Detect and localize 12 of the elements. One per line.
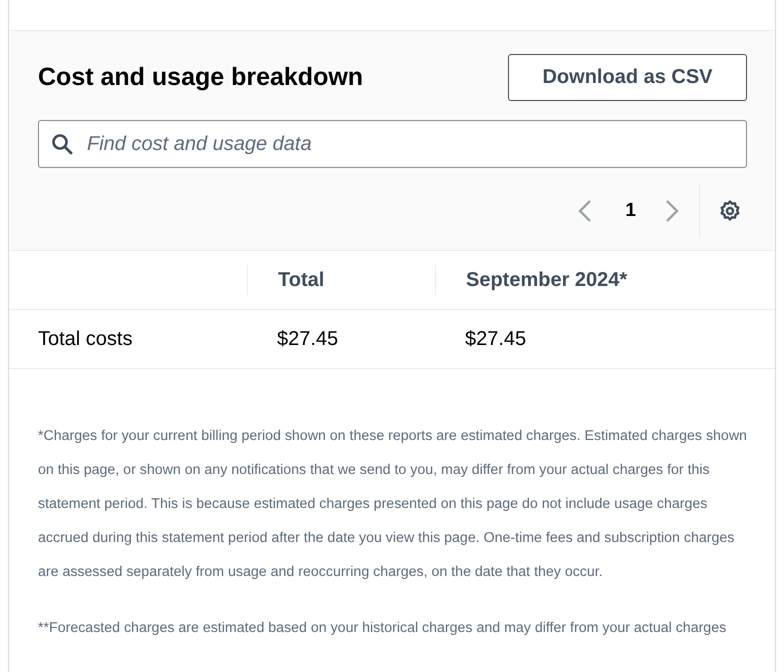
search-field[interactable]: Find cost and usage data bbox=[38, 120, 747, 168]
download-csv-button[interactable]: Download as CSV bbox=[508, 54, 747, 101]
section-title: Cost and usage breakdown bbox=[38, 63, 364, 92]
settings-icon[interactable] bbox=[718, 199, 742, 223]
footnote-text: **Forecasted charges are estimated based on your historical charges and may differ from your actual charges bbox=[38, 619, 728, 638]
column-header: Total bbox=[278, 268, 324, 292]
column-header: September 2024* bbox=[466, 268, 628, 292]
table-cell: $27.45 bbox=[465, 328, 526, 350]
table-cell: Total costs bbox=[38, 328, 132, 350]
table-cell: $27.45 bbox=[277, 328, 338, 350]
page-number[interactable]: 1 bbox=[625, 200, 636, 222]
footnote-text: *Charges for your current billing period shown on these reports are estimated charges. Estimated charges shown on this page, or shown on any notifications that we send to you, may differ from your actual charges for this statement period. This is because estimated charges presented on this page do not include usage charges accrued during this statement period after the date you view this page. One-time fees and subscription charges are assessed separately from usage and reoccurring charges, on the date that they occur. bbox=[38, 427, 747, 582]
